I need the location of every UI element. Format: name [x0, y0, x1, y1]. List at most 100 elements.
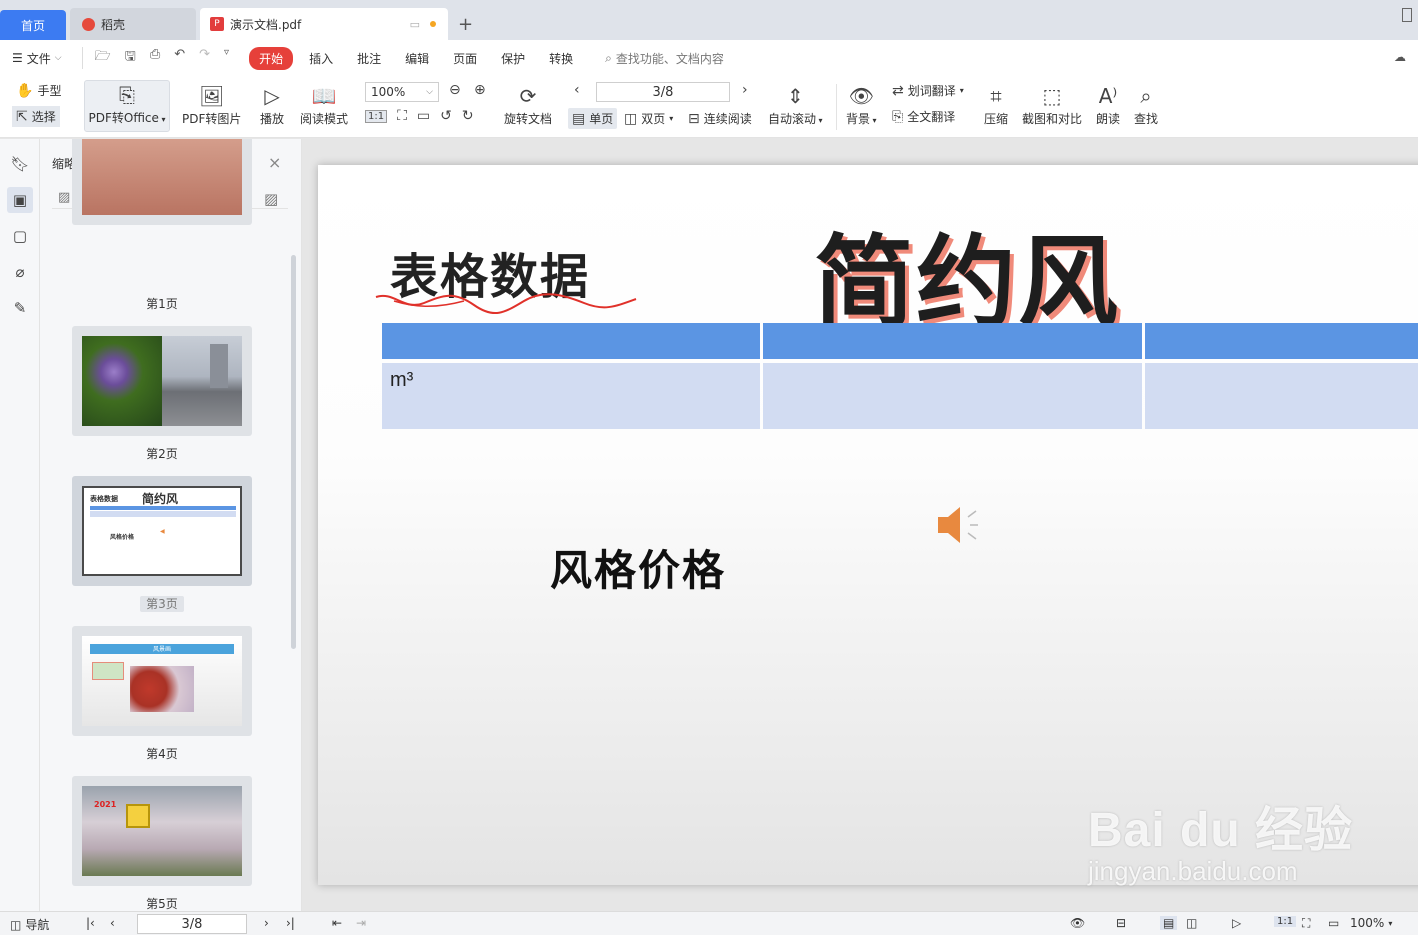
new-tab-button[interactable]: + — [458, 14, 473, 35]
single-page-view-button[interactable]: ▤ — [1160, 916, 1178, 930]
tab-document[interactable]: P 演示文档.pdf ▭ — [200, 8, 448, 40]
thumbnail-page-1[interactable] — [72, 139, 252, 225]
read-aloud-button[interactable]: A⁾ 朗读 — [1096, 82, 1120, 127]
auto-scroll-button[interactable]: ⇕ 自动滚动 ▾ — [768, 82, 823, 127]
thumbnail-panel: 缩略图 × ▨ ▨ 第1页 第2页 表格数据 简约风 风格价格 ◀ 第3页 风景… — [40, 139, 302, 911]
first-page-button[interactable]: |‹ — [86, 916, 95, 930]
attachment-icon[interactable]: ⌀ — [7, 259, 33, 285]
status-zoom-select[interactable]: 100% ▾ — [1350, 916, 1392, 930]
daoke-icon — [82, 17, 95, 31]
last-page-button[interactable]: ›| — [286, 916, 295, 930]
play-button[interactable]: ▷ 播放 — [260, 82, 284, 127]
search-input[interactable]: ⌕ 查找功能、文档内容 — [605, 50, 724, 67]
play-button[interactable]: ▷ — [1232, 916, 1241, 930]
baidu-watermark: Bai du 经验 jingyan.baidu.com — [1088, 790, 1353, 887]
unsaved-dot-icon — [430, 21, 436, 27]
zoom-in-button[interactable]: ⊕ — [474, 82, 486, 98]
file-menu-label: 文件 — [26, 51, 51, 66]
back-button[interactable]: ⇤ — [332, 916, 342, 930]
thumbnail-label: 第1页 — [146, 297, 178, 311]
speaker-icon[interactable] — [934, 501, 982, 549]
print-icon[interactable]: ⎙ — [150, 47, 160, 69]
zoom-select[interactable]: 100% ⌵ — [365, 82, 439, 102]
select-tool-button[interactable]: ⇱ 选择 — [12, 106, 60, 127]
pdf-to-office-button[interactable]: ⎘ PDF转Office ▾ — [84, 80, 170, 132]
quick-access-toolbar: 🗁 🖫 ⎙ ↶ ↷ ▿ — [81, 47, 241, 69]
continuous-read-button[interactable]: ⊟ 连续阅读 — [688, 110, 752, 127]
rotate-right-icon[interactable]: ↻ — [462, 108, 474, 124]
pdf-to-image-button[interactable]: 🖼 PDF转图片 — [182, 82, 241, 127]
undo-icon[interactable]: ↶ — [174, 47, 185, 69]
page-number-input[interactable]: 3/8 — [596, 82, 730, 102]
tab-page[interactable]: 页面 — [441, 50, 489, 67]
thumbnail-page-2[interactable] — [72, 326, 252, 436]
fit-width-icon[interactable]: ▭ — [417, 108, 430, 124]
single-page-button[interactable]: ▤ 单页 — [568, 108, 618, 129]
more-dropdown-icon[interactable]: ▿ — [224, 47, 229, 69]
bookmark-icon[interactable]: 🔖︎ — [7, 151, 33, 177]
fit-page-icon[interactable]: ⛶ — [397, 108, 407, 124]
thumbnail-image: 表格数据 简约风 风格价格 ◀ — [82, 486, 242, 576]
actual-size-button[interactable]: 1:1 — [1274, 916, 1297, 927]
play-label: 播放 — [260, 112, 285, 126]
book-icon: 📖 — [311, 84, 337, 108]
fit-page-icon: ⛶ — [1302, 916, 1311, 930]
double-page-button[interactable]: ◫ 双页 ▾ — [624, 110, 673, 127]
zoom-out-button[interactable]: ⊖ — [449, 82, 461, 98]
fit-page-button[interactable]: ⛶ — [1302, 916, 1310, 931]
thumbnail-panel-icon[interactable]: ▣ — [7, 187, 33, 213]
tab-convert[interactable]: 转换 — [537, 50, 585, 67]
compress-button[interactable]: ⌗ 压缩 — [984, 82, 1008, 127]
cloud-sync-icon[interactable]: ☁ — [1394, 50, 1406, 64]
open-folder-icon[interactable]: 🗁 — [95, 47, 111, 69]
monitor-icon[interactable]: ▭ — [410, 18, 420, 31]
rotate-left-icon[interactable]: ↺ — [440, 108, 452, 124]
thumbnail-page-4[interactable]: 风景画 — [72, 626, 252, 736]
thumbnail-text: 风格价格 — [110, 534, 135, 541]
file-menu[interactable]: ☰ 文件 ⌵ — [0, 50, 74, 67]
comment-icon[interactable]: ▢ — [7, 223, 33, 249]
prev-page-button[interactable]: ‹ — [110, 916, 115, 930]
prev-page-button[interactable]: ‹ — [574, 82, 580, 98]
tab-daoke-label: 稻壳 — [101, 17, 126, 32]
forward-button[interactable]: ⇥ — [356, 916, 366, 930]
find-button[interactable]: ⌕ 查找 — [1134, 82, 1158, 127]
tab-annotate[interactable]: 批注 — [345, 50, 393, 67]
screenshot-compare-button[interactable]: ⬚ 截图和对比 — [1022, 82, 1082, 127]
thumbnail-page-5[interactable]: 2021 — [72, 776, 252, 886]
signature-icon[interactable]: ✎ — [7, 295, 33, 321]
rotate-document-button[interactable]: ⟳ 旋转文档 — [504, 82, 552, 127]
tab-daoke[interactable]: 稻壳 — [70, 8, 196, 40]
save-icon[interactable]: 🖫 — [125, 47, 136, 69]
tab-home[interactable]: 首页 — [0, 10, 66, 40]
next-page-button[interactable]: › — [264, 916, 269, 930]
handwritten-underline — [375, 293, 637, 315]
thumbnail-scrollbar[interactable] — [291, 255, 296, 649]
thumbnail-page-3[interactable]: 表格数据 简约风 风格价格 ◀ — [72, 476, 252, 586]
word-translate-button[interactable]: ⇄ 划词翻译 ▾ — [892, 82, 964, 99]
background-button[interactable]: 👁 背景 ▾ — [846, 82, 877, 127]
status-page-input[interactable]: 3/8 — [137, 914, 247, 934]
fit-width-button[interactable]: ▭ — [1328, 916, 1339, 930]
continuous-view-button[interactable]: ⊟ — [1116, 916, 1126, 930]
full-translate-button[interactable]: ⎘ 全文翻译 — [892, 108, 955, 125]
close-icon[interactable]: × — [268, 153, 281, 172]
double-page-label: 双页 — [641, 112, 666, 126]
tab-start[interactable]: 开始 — [249, 46, 294, 70]
tab-insert[interactable]: 插入 — [297, 50, 345, 67]
hand-tool-button[interactable]: ✋ 手型 — [16, 82, 61, 99]
actual-size-icon[interactable]: 1:1 — [365, 109, 388, 123]
thumbnail-image: 2021 — [82, 786, 242, 876]
auto-scroll-icon: ⇕ — [786, 84, 804, 108]
compress-icon: ⌗ — [990, 84, 1002, 108]
navigation-toggle[interactable]: ◫ 导航 — [10, 916, 49, 933]
window-restore-icon[interactable] — [1402, 8, 1412, 22]
tab-edit[interactable]: 编辑 — [393, 50, 441, 67]
eye-protection-button[interactable]: 👁 — [1070, 916, 1085, 930]
status-bar: ◫ 导航 |‹ ‹ 3/8 › ›| ⇤ ⇥ 👁 ⊟ ▤ ◫ ▷ 1:1 ⛶ ▭… — [0, 911, 1418, 935]
redo-icon[interactable]: ↷ — [199, 47, 210, 69]
double-page-view-button[interactable]: ◫ — [1186, 916, 1197, 930]
tab-protect[interactable]: 保护 — [489, 50, 537, 67]
read-mode-button[interactable]: 📖 阅读模式 — [300, 82, 348, 127]
next-page-button[interactable]: › — [742, 82, 748, 98]
